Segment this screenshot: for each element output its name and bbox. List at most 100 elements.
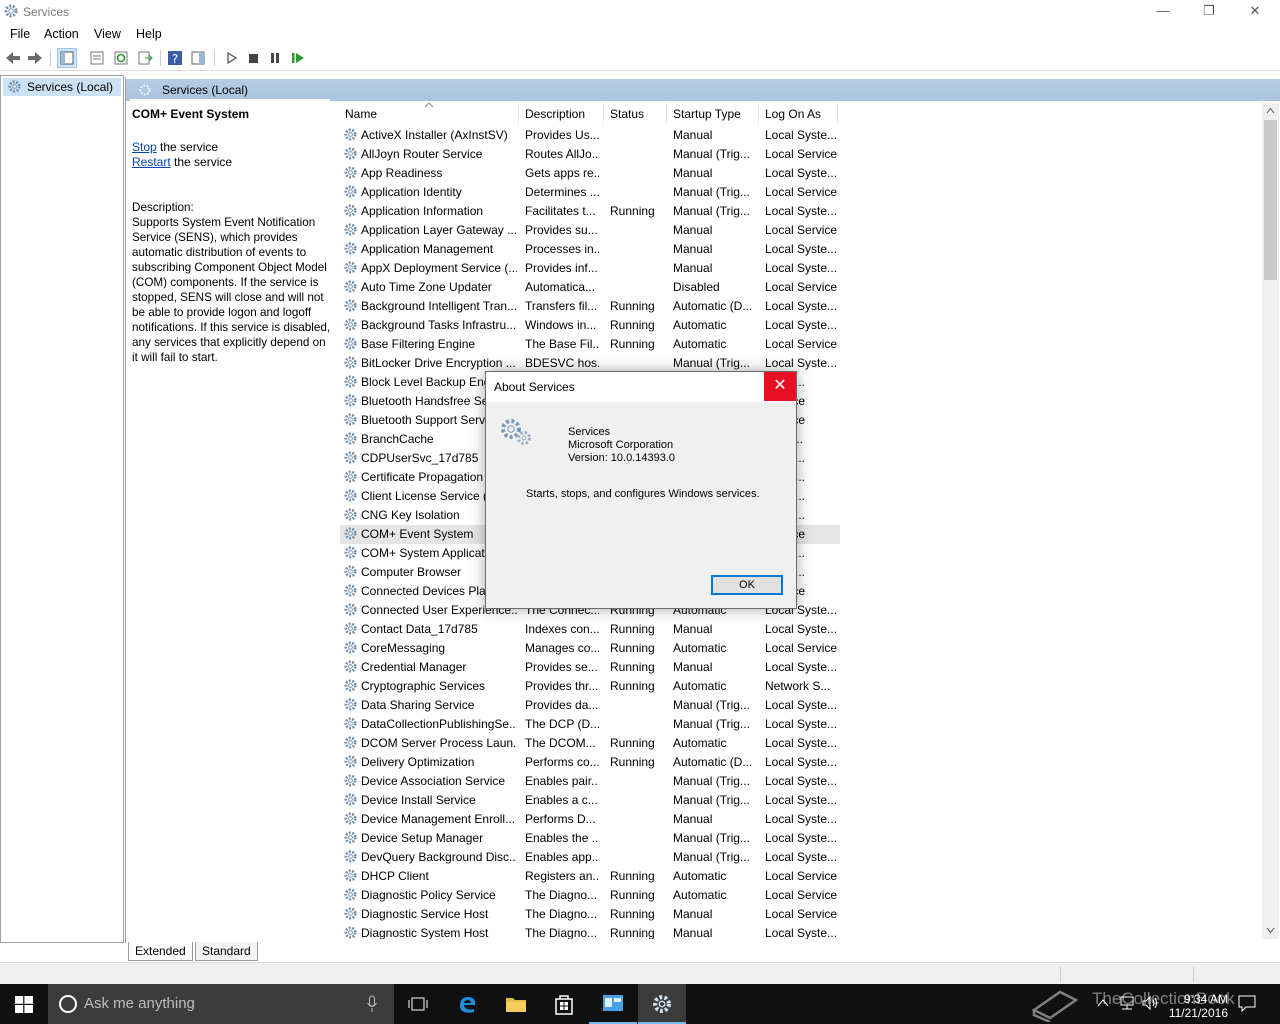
show-console-tree-icon[interactable] [57, 48, 77, 68]
restart-service-icon[interactable] [289, 49, 307, 67]
toolbar-separator [214, 50, 215, 66]
column-divider[interactable] [603, 103, 604, 125]
pause-service-icon[interactable] [266, 49, 284, 67]
tree-node-services-local[interactable]: Services (Local) [3, 78, 121, 96]
file-explorer-button[interactable] [492, 984, 540, 1024]
edge-browser-button[interactable] [443, 984, 491, 1024]
service-row[interactable]: Background Tasks Infrastru... Windows in.… [340, 316, 840, 335]
control-panel-button[interactable] [589, 984, 637, 1024]
service-row[interactable]: Device Install Service Enables a c... Manu… [340, 791, 840, 810]
service-log-on-as: Local Syste... [765, 166, 837, 180]
tab-standard[interactable]: Standard [195, 942, 258, 961]
menu-action[interactable]: Action [44, 27, 79, 41]
services-taskbar-button[interactable] [638, 984, 686, 1024]
cortana-search-box[interactable]: Ask me anything [48, 984, 394, 1024]
column-header-log-on-as[interactable]: Log On As [765, 107, 821, 125]
service-status: Running [610, 679, 655, 693]
task-view-button[interactable] [394, 984, 442, 1024]
service-description: Registers an... [525, 869, 599, 883]
service-row[interactable]: ActiveX Installer (AxInstSV) Provides Us.… [340, 126, 840, 145]
vertical-scrollbar[interactable] [1262, 103, 1279, 939]
refresh-icon[interactable] [112, 49, 130, 67]
service-row[interactable]: AllJoyn Router Service Routes AllJo... Man… [340, 145, 840, 164]
column-divider[interactable] [758, 103, 759, 125]
column-header-name[interactable]: Name [345, 107, 377, 125]
services-list: Name Description Status Startup Type Log… [340, 103, 1262, 939]
menu-help[interactable]: Help [136, 27, 162, 41]
column-divider[interactable] [666, 103, 667, 125]
service-row[interactable]: DCOM Server Process Laun... The DCOM... Ru… [340, 734, 840, 753]
show-hidden-icons-chevron-icon[interactable] [1097, 998, 1109, 1008]
scroll-up-arrow-icon[interactable] [1266, 107, 1275, 114]
service-row[interactable]: App Readiness Gets apps re... Manual Local … [340, 164, 840, 183]
service-row[interactable]: Diagnostic System Host The Diagno... Runni… [340, 924, 840, 939]
service-row[interactable]: Diagnostic Service Host The Diagno... Runn… [340, 905, 840, 924]
service-name: ActiveX Installer (AxInstSV) [361, 128, 508, 142]
microphone-icon[interactable] [366, 995, 378, 1013]
service-name: Background Intelligent Tran... [361, 299, 517, 313]
restart-service-link[interactable]: Restart [132, 155, 171, 169]
system-clock[interactable]: 9:34 AM 11/21/2016 [1160, 992, 1228, 1020]
service-row[interactable]: Delivery Optimization Performs co... Runni… [340, 753, 840, 772]
volume-icon[interactable] [1141, 995, 1159, 1011]
service-row[interactable]: Application Identity Determines ... Manual… [340, 183, 840, 202]
company-name: Microsoft Corporation [568, 439, 674, 451]
column-divider[interactable] [837, 103, 838, 125]
service-row[interactable]: Cryptographic Services Provides thr... Run… [340, 677, 840, 696]
service-description: The DCP (D... [525, 717, 599, 731]
edge-icon [460, 997, 476, 1013]
service-row[interactable]: AppX Deployment Service (... Provides inf… [340, 259, 840, 278]
column-header-startup-type[interactable]: Startup Type [673, 107, 741, 125]
service-row[interactable]: Background Intelligent Tran... Transfers … [340, 297, 840, 316]
service-row[interactable]: DataCollectionPublishingSe... The DCP (D.… [340, 715, 840, 734]
folder-icon [506, 998, 526, 1012]
service-row[interactable]: Auto Time Zone Updater Automatica... Disab… [340, 278, 840, 297]
menu-file[interactable]: File [10, 27, 30, 41]
start-service-icon[interactable] [222, 49, 240, 67]
service-row[interactable]: Device Management Enroll... Performs D...… [340, 810, 840, 829]
service-row[interactable]: Credential Manager Provides se... Running M… [340, 658, 840, 677]
stop-service-link[interactable]: Stop [132, 140, 157, 154]
menu-view[interactable]: View [94, 27, 121, 41]
tab-extended[interactable]: Extended [128, 942, 193, 961]
service-row[interactable]: DevQuery Background Disc... Enables app..… [340, 848, 840, 867]
service-row[interactable]: Application Management Processes in... Man… [340, 240, 840, 259]
column-header-description[interactable]: Description [525, 107, 585, 125]
service-row[interactable]: CoreMessaging Manages co... Running Automat… [340, 639, 840, 658]
column-divider[interactable] [518, 103, 519, 125]
dialog-close-button[interactable]: ✕ [764, 372, 796, 401]
scrollbar-thumb[interactable] [1264, 120, 1277, 280]
help-icon[interactable]: ? [166, 49, 184, 67]
service-row[interactable]: Application Information Facilitates t... R… [340, 202, 840, 221]
service-row[interactable]: Application Layer Gateway ... Provides su… [340, 221, 840, 240]
scroll-down-arrow-icon[interactable] [1266, 927, 1275, 934]
service-row[interactable]: Device Association Service Enables pair..… [340, 772, 840, 791]
service-row[interactable]: Device Setup Manager Enables the ... Manua… [340, 829, 840, 848]
windows-start-icon[interactable] [15, 996, 33, 1013]
action-center-icon[interactable] [1238, 995, 1256, 1012]
service-row[interactable]: DHCP Client Registers an... Running Automat… [340, 867, 840, 886]
forward-arrow-icon[interactable] [26, 49, 44, 67]
ok-button[interactable]: OK [711, 575, 783, 595]
stop-service-icon[interactable] [244, 49, 262, 67]
service-row[interactable]: Data Sharing Service Provides da... Manual… [340, 696, 840, 715]
store-button[interactable] [540, 984, 588, 1024]
service-row[interactable]: Diagnostic Policy Service The Diagno... Ru… [340, 886, 840, 905]
close-window-button[interactable]: ✕ [1232, 0, 1278, 24]
service-status: Running [610, 888, 655, 902]
service-row[interactable]: Base Filtering Engine The Base Fil... Runn… [340, 335, 840, 354]
restore-button[interactable]: ❐ [1186, 0, 1232, 24]
show-action-pane-icon[interactable] [189, 49, 207, 67]
service-description: BDESVC hos... [525, 356, 599, 370]
service-startup-type: Manual [673, 242, 713, 256]
service-row[interactable]: Contact Data_17d785 Indexes con... Running… [340, 620, 840, 639]
properties-icon[interactable] [88, 49, 106, 67]
export-list-icon[interactable] [136, 49, 154, 67]
services-gear-icon [4, 4, 18, 18]
minimize-button[interactable]: — [1140, 0, 1186, 24]
column-header-status[interactable]: Status [610, 107, 644, 125]
service-gear-icon [344, 451, 357, 464]
network-icon[interactable] [1118, 995, 1136, 1011]
back-arrow-icon[interactable] [4, 49, 22, 67]
details-pane-header: Services (Local) [126, 79, 1280, 101]
